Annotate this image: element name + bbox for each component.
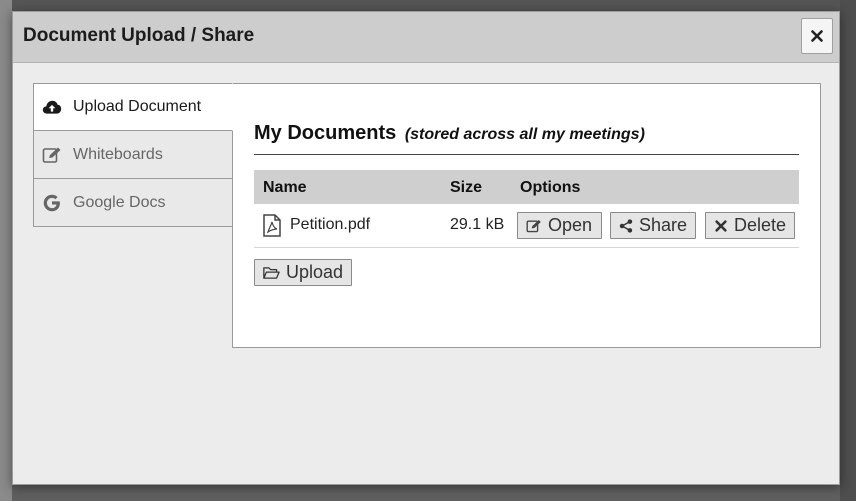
column-header-name: Name [263,179,307,196]
open-label: Open [548,215,593,235]
file-size: 29.1 kB [450,216,505,233]
table-row: Petition.pdf 29.1 kB Open Share Delete [254,204,799,248]
tab-label: Google Docs [73,193,166,211]
documents-panel: My Documents (stored across all my meeti… [232,83,821,348]
dialog-tabs: Upload Document Whiteboards Google Docs [33,83,233,227]
close-button[interactable] [801,18,833,54]
close-icon [811,30,823,42]
dialog-title: Document Upload / Share [23,25,255,46]
pdf-file-icon [263,214,281,237]
share-label: Share [638,215,687,235]
delete-label: Delete [733,215,786,235]
documents-table: Name Size Options Petition.pdf 29.1 kB O… [254,170,799,248]
column-header-size: Size [450,179,483,196]
background-right-panel [840,0,856,501]
tab-label: Whiteboards [73,145,163,163]
delete-button[interactable]: Delete [705,212,795,239]
edit-icon [42,146,62,164]
dialog-header: Document Upload / Share [13,12,839,63]
background-left-panel [0,0,12,501]
file-name[interactable]: Petition.pdf [290,216,370,234]
cloud-upload-icon [42,98,62,116]
tab-upload-document[interactable]: Upload Document [33,83,233,131]
tab-whiteboards[interactable]: Whiteboards [33,131,233,179]
upload-button[interactable]: Upload [254,259,352,286]
column-header-options: Options [520,179,581,196]
folder-open-icon [263,266,280,279]
upload-label: Upload [285,262,343,282]
section-heading: My Documents (stored across all my meeti… [254,122,645,145]
tab-google-docs[interactable]: Google Docs [33,179,233,227]
edit-icon [526,219,541,232]
share-icon [619,218,633,233]
google-icon [42,194,62,212]
delete-icon [715,219,727,232]
section-subtitle: (stored across all my meetings) [404,126,645,143]
document-upload-dialog: Document Upload / Share Upload Document [12,11,840,485]
tab-label: Upload Document [73,98,202,115]
section-divider [254,154,799,155]
open-button[interactable]: Open [517,212,602,239]
section-title: My Documents [254,122,397,144]
table-header-row: Name Size Options [254,170,799,204]
share-button[interactable]: Share [610,212,696,239]
